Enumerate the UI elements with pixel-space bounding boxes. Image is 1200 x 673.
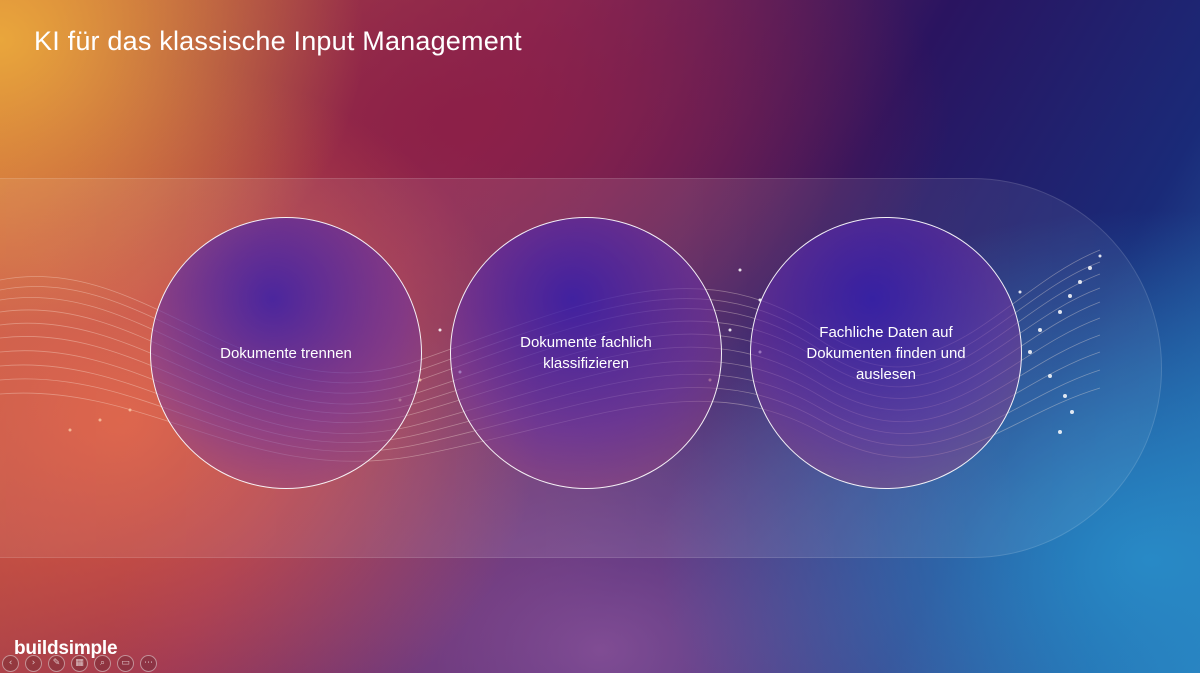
next-icon[interactable]: › [25, 655, 42, 672]
presentation-toolbar: ‹ › ✎ ▦ ⌕ ▭ ⋯ [2, 655, 157, 672]
step-circle-2: Dokumente fachlich klassifizieren [450, 217, 722, 489]
step-label: Dokumente trennen [220, 344, 352, 362]
pen-icon[interactable]: ✎ [48, 655, 65, 672]
step-label: Dokumente fachlich klassifizieren [520, 334, 652, 372]
step-circle-1: Dokumente trennen [150, 217, 422, 489]
slide-title: KI für das klassische Input Management [34, 26, 522, 56]
more-icon[interactable]: ⋯ [140, 655, 157, 672]
zoom-icon[interactable]: ⌕ [94, 655, 111, 672]
step-circle-3: Fachliche Daten auf Dokumenten finden un… [750, 217, 1022, 489]
slides-icon[interactable]: ▦ [71, 655, 88, 672]
step-label: Fachliche Daten auf Dokumenten finden un… [806, 323, 966, 383]
prev-icon[interactable]: ‹ [2, 655, 19, 672]
subtitles-icon[interactable]: ▭ [117, 655, 134, 672]
